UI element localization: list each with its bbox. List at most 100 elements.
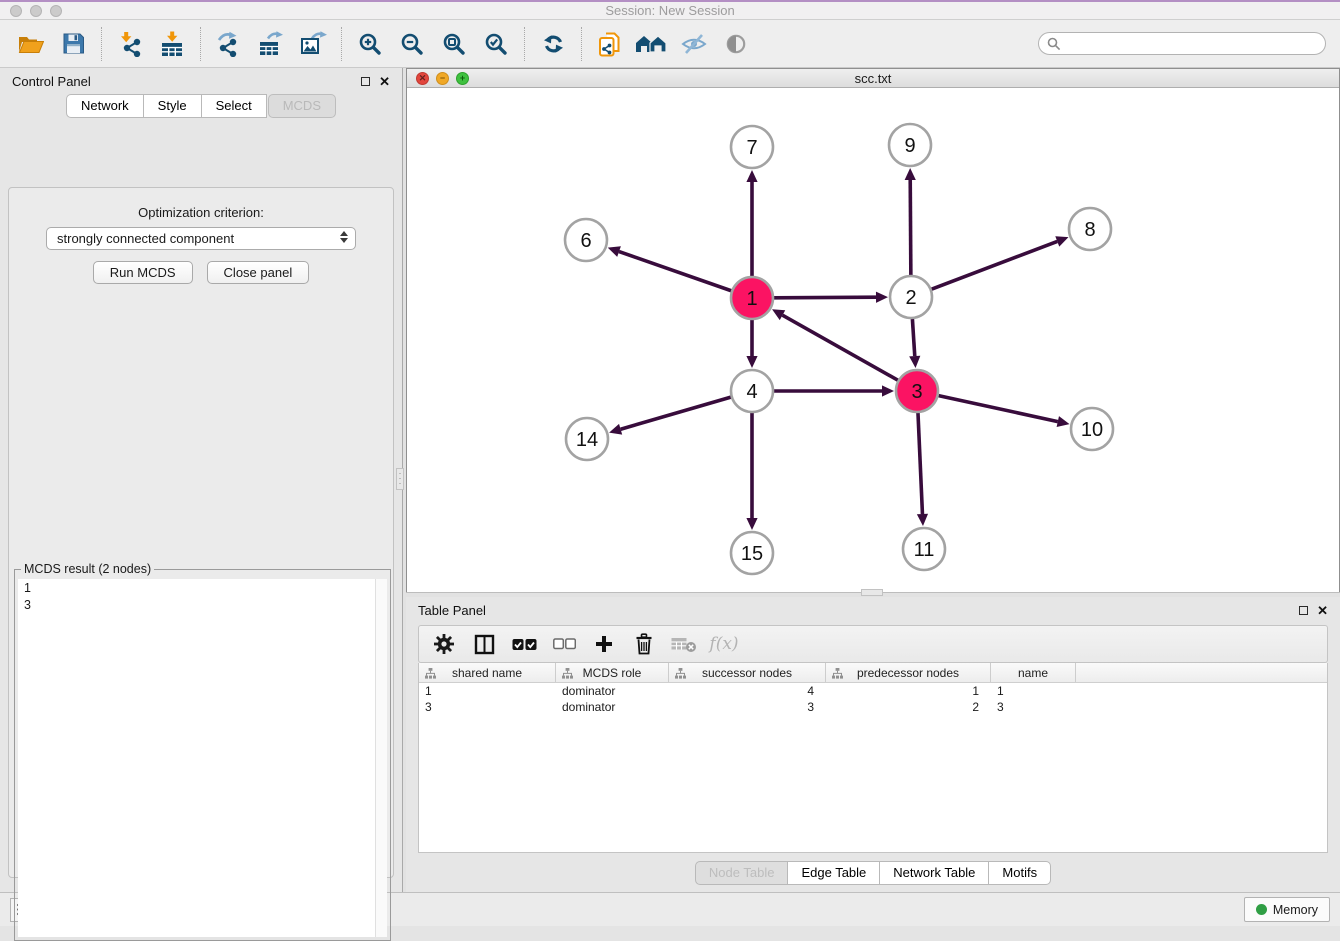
close-panel-icon[interactable]: ✕ xyxy=(1317,606,1328,615)
zoom-selected-button[interactable] xyxy=(475,23,517,65)
table-cell[interactable]: 1 xyxy=(991,684,1076,698)
tab-network[interactable]: Network xyxy=(66,94,144,118)
graph-edge-1-7[interactable] xyxy=(746,170,757,276)
open-session-button[interactable] xyxy=(10,23,52,65)
column-header-label: successor nodes xyxy=(702,666,792,680)
zoom-out-button[interactable] xyxy=(391,23,433,65)
table-cell[interactable]: 3 xyxy=(669,700,826,714)
graph-node-3[interactable]: 3 xyxy=(896,370,938,412)
table-row[interactable]: 1dominator411 xyxy=(419,683,1327,699)
tab-style[interactable]: Style xyxy=(143,94,202,118)
edge-arrowhead-icon xyxy=(746,518,757,530)
unselect-all-button[interactable] xyxy=(549,629,579,659)
table-cell[interactable]: 1 xyxy=(419,684,556,698)
search-input[interactable] xyxy=(1066,36,1317,52)
graph-node-8[interactable]: 8 xyxy=(1069,208,1111,250)
function-builder-button[interactable]: f(x) xyxy=(709,629,739,659)
graph-node-1[interactable]: 1 xyxy=(731,277,773,319)
vertical-split-divider[interactable] xyxy=(402,68,406,892)
graph-edge-4-14[interactable] xyxy=(609,397,731,434)
graph-edge-2-8[interactable] xyxy=(932,236,1069,289)
graph-edge-3-10[interactable] xyxy=(938,396,1069,427)
table-cell[interactable]: 3 xyxy=(991,700,1076,714)
hide-details-button[interactable] xyxy=(673,23,715,65)
graph-node-11[interactable]: 11 xyxy=(903,528,945,570)
close-panel-button[interactable]: Close panel xyxy=(207,261,310,284)
export-table-button[interactable] xyxy=(250,23,292,65)
plus-icon xyxy=(594,634,614,654)
divider-handle[interactable] xyxy=(396,468,404,490)
graph-edge-3-11[interactable] xyxy=(917,413,928,526)
graph-edge-4-3[interactable] xyxy=(774,385,894,396)
graph-edge-2-3[interactable] xyxy=(909,319,920,368)
search-field[interactable] xyxy=(1038,32,1326,55)
tab-select[interactable]: Select xyxy=(201,94,267,118)
graph-node-15[interactable]: 15 xyxy=(731,532,773,574)
graph-node-14[interactable]: 14 xyxy=(566,418,608,460)
graph-node-10[interactable]: 10 xyxy=(1071,408,1113,450)
table-cell[interactable]: 1 xyxy=(826,684,991,698)
table-row[interactable]: 3dominator323 xyxy=(419,699,1327,715)
graph-edge-1-2[interactable] xyxy=(774,292,888,303)
horizontal-split-divider[interactable] xyxy=(406,592,1340,597)
table-cell[interactable]: dominator xyxy=(556,700,669,714)
delete-column-button[interactable] xyxy=(629,629,659,659)
save-session-button[interactable] xyxy=(52,23,94,65)
table-settings-button[interactable] xyxy=(429,629,459,659)
criterion-select[interactable]: strongly connected component xyxy=(46,227,356,250)
tab-edge-table[interactable]: Edge Table xyxy=(787,861,880,885)
home-button[interactable] xyxy=(631,23,673,65)
graph-edge-1-4[interactable] xyxy=(746,320,757,368)
graph-node-7[interactable]: 7 xyxy=(731,126,773,168)
tab-node-table[interactable]: Node Table xyxy=(695,861,789,885)
add-column-button[interactable] xyxy=(589,629,619,659)
graph-edge-2-9[interactable] xyxy=(905,168,916,275)
column-header-name[interactable]: name xyxy=(991,663,1076,682)
run-mcds-button[interactable]: Run MCDS xyxy=(93,261,193,284)
zoom-fit-button[interactable] xyxy=(433,23,475,65)
table-cell[interactable]: 3 xyxy=(419,700,556,714)
close-window-button[interactable] xyxy=(10,5,22,17)
column-header-successor-nodes[interactable]: successor nodes xyxy=(669,663,826,682)
graph-node-label: 3 xyxy=(911,381,922,403)
close-panel-icon[interactable]: ✕ xyxy=(379,77,390,86)
graph-node-9[interactable]: 9 xyxy=(889,124,931,166)
minimize-window-button[interactable] xyxy=(30,5,42,17)
graph-edge-1-6[interactable] xyxy=(608,246,732,290)
graph-node-4[interactable]: 4 xyxy=(731,370,773,412)
network-canvas[interactable]: 7 9 6 8 1 2 4 3 14 10 15 11 xyxy=(407,88,1339,592)
mcds-result-list[interactable]: 1 3 xyxy=(18,579,375,937)
import-table-button[interactable] xyxy=(151,23,193,65)
show-details-button[interactable] xyxy=(715,23,757,65)
column-header-shared-name[interactable]: shared name xyxy=(419,663,556,682)
refresh-view-button[interactable] xyxy=(532,23,574,65)
clone-network-button[interactable] xyxy=(589,23,631,65)
delete-table-button[interactable] xyxy=(669,629,699,659)
float-panel-icon[interactable] xyxy=(1299,606,1308,615)
show-columns-button[interactable] xyxy=(469,629,499,659)
tab-network-table[interactable]: Network Table xyxy=(879,861,989,885)
tab-mcds[interactable]: MCDS xyxy=(268,94,336,118)
float-panel-icon[interactable] xyxy=(361,77,370,86)
table-cell[interactable]: 4 xyxy=(669,684,826,698)
select-all-button[interactable] xyxy=(509,629,539,659)
graph-edge-3-1[interactable] xyxy=(772,309,898,380)
export-image-button[interactable] xyxy=(292,23,334,65)
zoom-in-button[interactable] xyxy=(349,23,391,65)
memory-button[interactable]: Memory xyxy=(1244,897,1330,922)
table-tabs: Node TableEdge TableNetwork TableMotifs xyxy=(406,861,1340,885)
export-network-button[interactable] xyxy=(208,23,250,65)
table-cell[interactable]: 2 xyxy=(826,700,991,714)
table-cell[interactable]: dominator xyxy=(556,684,669,698)
graph-edge-4-15[interactable] xyxy=(746,413,757,530)
graph-node-2[interactable]: 2 xyxy=(890,276,932,318)
divider-handle[interactable] xyxy=(861,589,883,596)
import-network-button[interactable] xyxy=(109,23,151,65)
column-header-MCDS-role[interactable]: MCDS role xyxy=(556,663,669,682)
maximize-window-button[interactable] xyxy=(50,5,62,17)
graph-node-6[interactable]: 6 xyxy=(565,219,607,261)
column-header-predecessor-nodes[interactable]: predecessor nodes xyxy=(826,663,991,682)
tab-motifs[interactable]: Motifs xyxy=(988,861,1051,885)
result-scrollbar[interactable] xyxy=(375,579,387,937)
trash-icon xyxy=(634,633,654,655)
